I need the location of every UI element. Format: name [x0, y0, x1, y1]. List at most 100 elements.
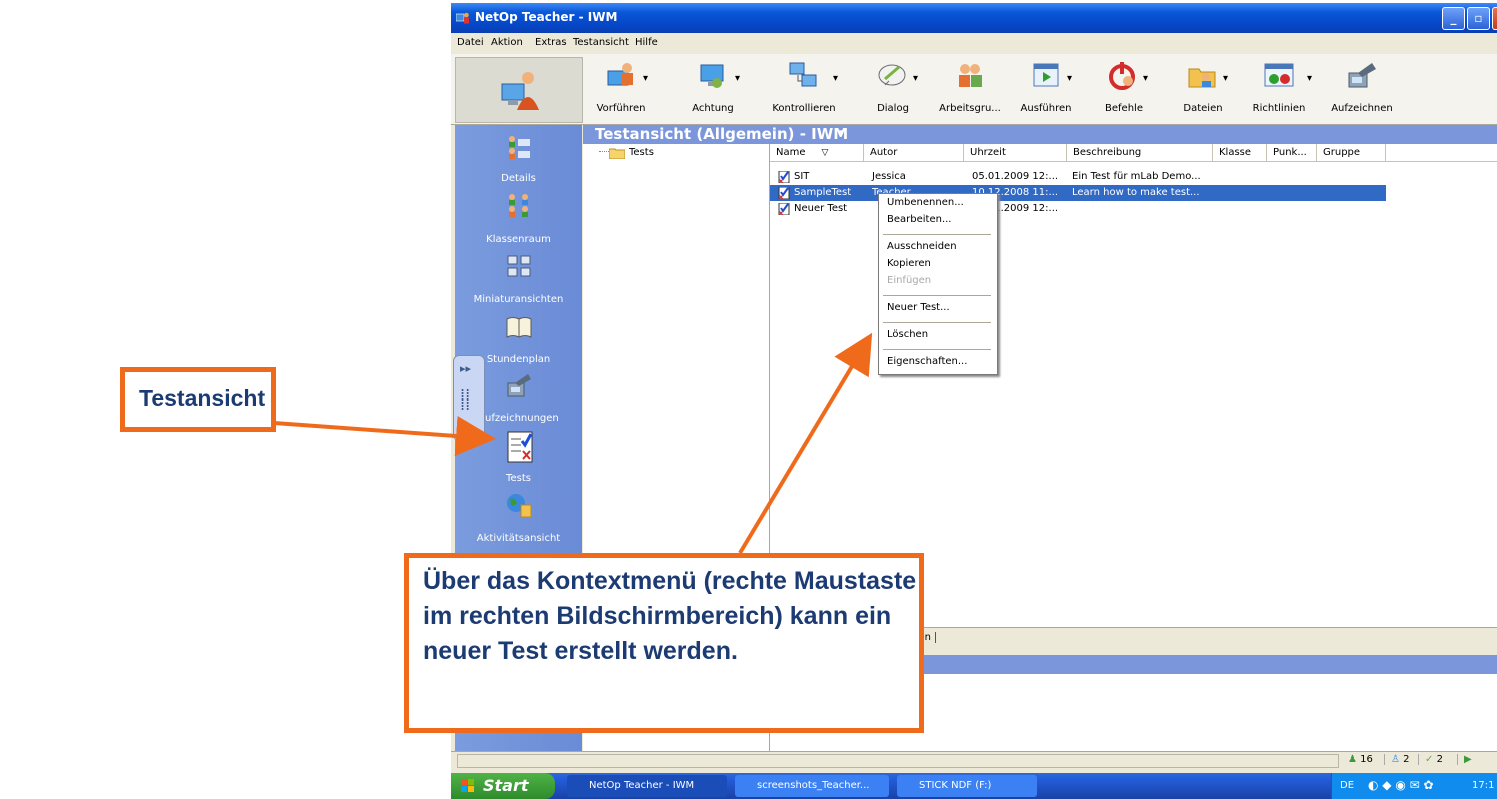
cell-uhrzeit: 05.01.2009 12:... [972, 171, 1059, 182]
cell-autor: Jessica [872, 171, 906, 182]
menu-hilfe[interactable]: Hilfe [635, 37, 658, 48]
menu-item-kopieren[interactable]: Kopieren [887, 258, 931, 269]
taskbar: Start NetOp Teacher - IWM screenshots_Te… [451, 773, 1497, 799]
column-header-punkte[interactable]: Punk... [1267, 144, 1317, 162]
menu-item-neuer-test[interactable]: Neuer Test... [887, 302, 950, 313]
sidebar-item-aktivitaetsansicht[interactable]: Aktivitätsansicht [455, 491, 582, 547]
sidebar-label: Details [501, 173, 536, 184]
toolbar-label: Dateien [1183, 103, 1223, 114]
title-bar[interactable]: NetOp Teacher - IWM _ ▫ [451, 3, 1497, 33]
start-button[interactable]: Start [451, 773, 555, 799]
tests-icon [507, 431, 532, 463]
activity-icon [506, 494, 531, 518]
sidebar-collapse-handle[interactable]: ▸▸ ⁞⁞ ⁞⁞ [453, 355, 485, 441]
column-header-autor[interactable]: Autor [864, 144, 964, 162]
expand-arrows-icon: ▸▸ [460, 362, 472, 375]
taskbar-item-screenshots[interactable]: screenshots_Teacher... [735, 775, 889, 797]
toolbar-ausfuehren[interactable]: ▾ Ausführen [1017, 57, 1075, 121]
view-dropdown-icon: ▾ [837, 126, 843, 139]
language-indicator[interactable]: DE [1340, 780, 1354, 791]
table-row[interactable]: Neuer Test 05.01.2009 12:... [770, 201, 1386, 217]
toolbar-label: Vorführen [596, 103, 646, 114]
taskbar-item-stick[interactable]: STICK NDF (F:) [897, 775, 1037, 797]
status-tests-count: ✓ 2 [1418, 754, 1443, 765]
table-row[interactable]: SIT Jessica 05.01.2009 12:... Ein Test f… [770, 169, 1386, 185]
toolbar-dateien[interactable]: ▾ Dateien [1175, 57, 1231, 121]
presenter-icon [607, 63, 633, 86]
menu-item-einfuegen[interactable]: Einfügen [887, 275, 931, 286]
recordings-icon [507, 374, 531, 397]
toolbar-achtung[interactable]: ▾ Achtung [683, 57, 743, 121]
test-file-icon [778, 203, 790, 215]
sidebar-item-details[interactable]: Details [455, 131, 582, 187]
workgroup-icon [959, 64, 982, 87]
menu-testansicht[interactable]: Testansicht [573, 37, 629, 48]
status-attention-count: ♙ 2 [1384, 754, 1410, 765]
menu-bar: Datei Aktion Extras Testansicht Hilfe [451, 33, 1497, 54]
test-file-icon [778, 171, 790, 183]
dialog-icon [878, 64, 906, 86]
sidebar-item-miniaturansichten[interactable]: Miniaturansichten [455, 251, 582, 307]
menu-aktion[interactable]: Aktion [491, 37, 523, 48]
classroom-icon [508, 194, 528, 217]
menu-extras[interactable]: Extras [535, 37, 567, 48]
cell-beschreibung: Ein Test für mLab Demo... [1072, 171, 1201, 182]
toolbar-vorfuehren[interactable]: ▾ Vorführen [591, 57, 651, 121]
minimize-button[interactable]: _ [1442, 7, 1465, 30]
status-more-icon: ▶ [1457, 754, 1472, 765]
sidebar-item-klassenraum[interactable]: Klassenraum [455, 191, 582, 247]
user-icon: ♙ [1391, 754, 1400, 765]
menu-item-eigenschaften[interactable]: Eigenschaften... [887, 356, 967, 367]
toolbar-dialog[interactable]: ▾ Dialog [865, 57, 921, 121]
toolbar-befehle[interactable]: ▾ Befehle [1099, 57, 1149, 121]
schedule-icon [506, 317, 531, 338]
cell-name: SIT [794, 171, 810, 182]
menu-datei[interactable]: Datei [457, 37, 484, 48]
menu-item-umbenennen[interactable]: Umbenennen... [887, 197, 964, 208]
toolbar-richtlinien[interactable]: ▾ Richtlinien [1249, 57, 1312, 121]
toolbar-label: Richtlinien [1252, 103, 1306, 114]
toolbar-label: Achtung [692, 103, 734, 114]
menu-separator [883, 295, 991, 296]
sidebar-label: Aktivitätsansicht [476, 533, 561, 544]
teacher-logo-icon [501, 72, 539, 110]
test-file-icon [778, 187, 790, 199]
windows-logo-icon [461, 779, 475, 793]
window-title: NetOp Teacher - IWM [475, 10, 618, 24]
menu-item-bearbeiten[interactable]: Bearbeiten... [887, 214, 951, 225]
toolbar-label: Dialog [877, 103, 909, 114]
attention-icon [700, 64, 724, 88]
sidebar-label: Miniaturansichten [473, 294, 564, 305]
column-header-klasse[interactable]: Klasse [1213, 144, 1267, 162]
toolbar-label: Aufzeichnen [1331, 103, 1393, 114]
column-header-gruppe[interactable]: Gruppe [1317, 144, 1386, 162]
thumbnails-icon [507, 255, 530, 277]
status-bar: ♟ 16 ♙ 2 ✓ 2 ▶ [451, 751, 1497, 769]
menu-item-loeschen[interactable]: Löschen [887, 329, 928, 340]
column-header-beschreibung[interactable]: Beschreibung [1067, 144, 1213, 162]
toolbar-label: Ausführen [1020, 103, 1072, 114]
system-tray: DE ◐ ◆ ◉ ✉ ✿ 17:1 [1331, 773, 1497, 799]
toolbar-kontrollieren[interactable]: ▾ Kontrollieren [769, 57, 839, 121]
toolbar-aufzeichnen[interactable]: Aufzeichnen [1327, 57, 1397, 121]
check-icon: ✓ [1425, 754, 1434, 765]
taskbar-item-netop[interactable]: NetOp Teacher - IWM [567, 775, 727, 797]
column-header-uhrzeit[interactable]: Uhrzeit [964, 144, 1067, 162]
sidebar-label: Tests [506, 473, 531, 484]
tray-icons[interactable]: ◐ ◆ ◉ ✉ ✿ [1368, 778, 1434, 792]
details-icon [508, 136, 530, 159]
netop-app-icon [456, 12, 469, 24]
toolbar: ▾ Vorführen ▾ Achtung ▾ Kontrollieren ▾ … [451, 54, 1497, 125]
start-label: Start [483, 776, 529, 795]
view-header[interactable]: Testansicht (Allgemein) - IWM ▾ [583, 125, 1497, 144]
toolbar-arbeitsgruppen[interactable]: Arbeitsgru... [939, 57, 1001, 121]
toolbar-label: Befehle [1105, 103, 1143, 114]
tree-item-tests[interactable]: Tests [629, 147, 654, 158]
callout-description: Über das Kontextmenü (rechte Maustaste i… [423, 567, 917, 665]
maximize-button[interactable]: ▫ [1467, 7, 1490, 30]
close-button[interactable] [1492, 7, 1497, 30]
menu-item-ausschneiden[interactable]: Ausschneiden [887, 241, 957, 252]
sort-icon: ▽ [821, 148, 829, 158]
column-header-name[interactable]: Name ▽ [770, 144, 864, 162]
table-row-selected[interactable]: SampleTest Teacher 10.12.2008 11:... Lea… [770, 185, 1386, 201]
